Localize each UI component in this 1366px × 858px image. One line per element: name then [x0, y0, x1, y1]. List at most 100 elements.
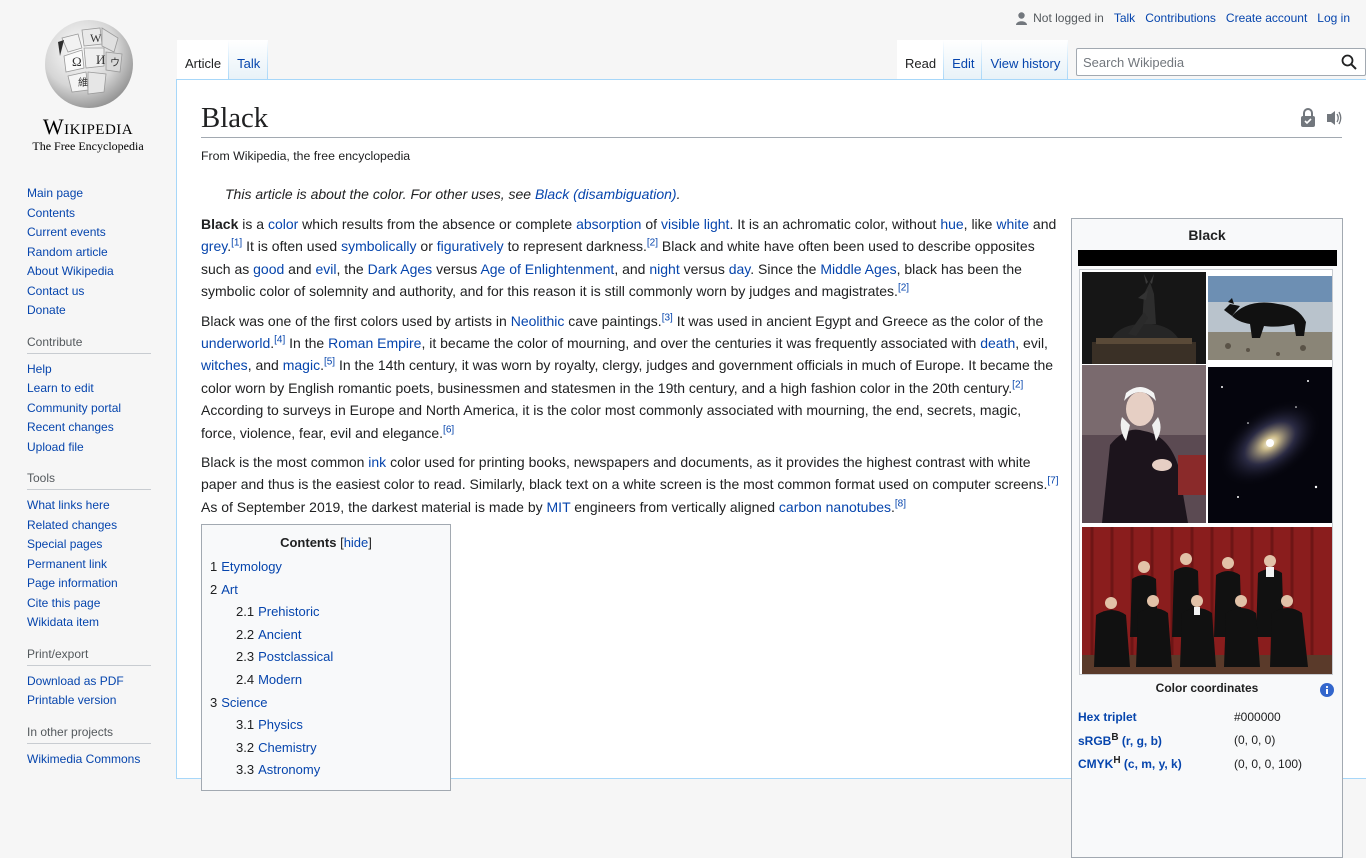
infobox-key-label[interactable]: CMYK	[1078, 757, 1113, 771]
search-icon[interactable]	[1341, 54, 1357, 70]
sidebar-item-contents[interactable]: Contents	[27, 206, 75, 220]
sidebar-item-upload-file[interactable]: Upload file	[27, 440, 84, 454]
link-ink[interactable]: ink	[368, 454, 386, 470]
link-evil[interactable]: evil	[315, 261, 336, 277]
link-death[interactable]: death	[980, 335, 1015, 351]
sidebar-item-community-portal[interactable]: Community portal	[27, 401, 121, 415]
reference-4[interactable]: [4]	[274, 334, 285, 345]
toc-link-physics[interactable]: 3.1 Physics	[236, 717, 303, 732]
search-input[interactable]	[1077, 49, 1317, 75]
infobox-row-key[interactable]: CMYKH (c, m, y, k)	[1078, 756, 1234, 772]
tab-talk-label[interactable]: Talk	[237, 56, 260, 71]
sidebar-item-main-page[interactable]: Main page	[27, 186, 83, 200]
link-middle-ages[interactable]: Middle Ages	[820, 261, 896, 277]
link-roman-empire[interactable]: Roman Empire	[328, 335, 421, 351]
sidebar-item-wikidata-item[interactable]: Wikidata item	[27, 615, 99, 629]
link-day[interactable]: day	[729, 261, 751, 277]
judges-in-robes-image[interactable]	[1082, 527, 1332, 674]
reference-2c[interactable]: [2]	[1012, 379, 1023, 390]
link-underworld[interactable]: underworld	[201, 335, 270, 351]
tab-article[interactable]: Article	[177, 40, 229, 80]
link-witches[interactable]: witches	[201, 357, 248, 373]
link-mit[interactable]: MIT	[547, 499, 571, 515]
link-age-of-enlightenment[interactable]: Age of Enlightenment	[480, 261, 614, 277]
link-night[interactable]: night	[649, 261, 679, 277]
sidebar-item-what-links-here[interactable]: What links here	[27, 498, 110, 512]
toc-link-modern[interactable]: 2.4 Modern	[236, 672, 302, 687]
toc-link-astronomy[interactable]: 3.3 Astronomy	[236, 762, 320, 777]
toc-link-postclassical[interactable]: 2.3 Postclassical	[236, 649, 333, 664]
reference-3[interactable]: [3]	[662, 312, 673, 323]
reference-5[interactable]: [5]	[324, 357, 335, 368]
infobox-key-label[interactable]: sRGB	[1078, 734, 1111, 748]
sidebar-item-random-article[interactable]: Random article	[27, 245, 108, 259]
sidebar-item-printable-version[interactable]: Printable version	[27, 693, 116, 707]
link-carbon-nanotubes[interactable]: carbon nanotubes	[779, 499, 891, 515]
sidebar-item-about-wikipedia[interactable]: About Wikipedia	[27, 264, 114, 278]
tab-edit-label[interactable]: Edit	[952, 56, 974, 71]
link-hue[interactable]: hue	[940, 216, 963, 232]
sidebar-item-current-events[interactable]: Current events	[27, 225, 106, 239]
black-bear-image[interactable]	[1208, 276, 1332, 360]
sidebar-item-special-pages[interactable]: Special pages	[27, 537, 102, 551]
sidebar-item-recent-changes[interactable]: Recent changes	[27, 420, 114, 434]
talk-link[interactable]: Talk	[1114, 11, 1135, 25]
sidebar-item-contact-us[interactable]: Contact us	[27, 284, 84, 298]
reference-8[interactable]: [8]	[895, 498, 906, 509]
tab-read[interactable]: Read	[897, 40, 944, 80]
sidebar-item-help[interactable]: Help	[27, 362, 52, 376]
link-color[interactable]: color	[268, 216, 298, 232]
reference-2[interactable]: [2]	[647, 238, 658, 249]
toc-link-etymology[interactable]: 1 Etymology	[210, 559, 282, 574]
wikipedia-logo[interactable]: W Ω И 維 ウ Wikipedia The Free Encyclopedi…	[0, 0, 176, 160]
infobox-row-key[interactable]: Hex triplet	[1078, 709, 1234, 724]
sidebar-item-related-changes[interactable]: Related changes	[27, 518, 117, 532]
infobox-key-label[interactable]: Hex triplet	[1078, 710, 1137, 724]
link-neolithic[interactable]: Neolithic	[511, 313, 565, 329]
reference-2b[interactable]: [2]	[898, 283, 909, 294]
toc-link-science[interactable]: 3 Science	[210, 695, 267, 710]
sidebar-item-donate[interactable]: Donate	[27, 303, 66, 317]
link-white[interactable]: white	[996, 216, 1029, 232]
link-absorption[interactable]: absorption	[576, 216, 641, 232]
sidebar-item-page-information[interactable]: Page information	[27, 576, 118, 590]
anubis-statue-image[interactable]	[1082, 272, 1206, 364]
toc-link-art[interactable]: 2 Art	[210, 582, 238, 597]
lock-icon[interactable]	[1300, 108, 1316, 128]
reference-1[interactable]: [1]	[231, 238, 242, 249]
link-figuratively[interactable]: figuratively	[437, 238, 504, 254]
create-account-link[interactable]: Create account	[1226, 11, 1307, 25]
tab-view-history[interactable]: View history	[982, 40, 1068, 80]
toc-link-chemistry[interactable]: 3.2 Chemistry	[236, 740, 317, 755]
infobox-key-extra[interactable]: (r, g, b)	[1119, 734, 1162, 748]
print-heading: Print/export	[27, 647, 151, 666]
tab-edit[interactable]: Edit	[944, 40, 982, 80]
toc-hide-link[interactable]: hide	[344, 535, 369, 550]
tab-talk[interactable]: Talk	[229, 40, 268, 80]
infobox-key-extra[interactable]: (c, m, y, k)	[1121, 757, 1182, 771]
infobox-row-key[interactable]: sRGBB (r, g, b)	[1078, 732, 1234, 748]
hatnote-link[interactable]: Black (disambiguation)	[535, 186, 677, 202]
log-in-link[interactable]: Log in	[1317, 11, 1350, 25]
link-grey[interactable]: grey	[201, 238, 227, 254]
sidebar-item-download-as-pdf[interactable]: Download as PDF	[27, 674, 124, 688]
toc-link-prehistoric[interactable]: 2.1 Prehistoric	[236, 604, 320, 619]
sidebar-item-wikimedia-commons[interactable]: Wikimedia Commons	[27, 752, 140, 766]
link-magic[interactable]: magic	[283, 357, 320, 373]
spoken-article-icon[interactable]	[1322, 108, 1342, 128]
link-visible-light[interactable]: visible light	[661, 216, 729, 232]
reference-7[interactable]: [7]	[1047, 476, 1058, 487]
tab-view-history-label[interactable]: View history	[990, 56, 1060, 71]
toc-link-ancient[interactable]: 2.2 Ancient	[236, 627, 301, 642]
link-good[interactable]: good	[253, 261, 284, 277]
galaxy-image[interactable]	[1208, 367, 1332, 523]
link-symbolically[interactable]: symbolically	[341, 238, 416, 254]
portrait-in-mourning-image[interactable]	[1082, 365, 1206, 523]
sidebar-item-permanent-link[interactable]: Permanent link	[27, 557, 107, 571]
link-dark-ages[interactable]: Dark Ages	[368, 261, 433, 277]
contributions-link[interactable]: Contributions	[1145, 11, 1216, 25]
reference-6[interactable]: [6]	[443, 424, 454, 435]
sidebar-item-learn-to-edit[interactable]: Learn to edit	[27, 381, 94, 395]
info-icon[interactable]	[1320, 683, 1334, 697]
sidebar-item-cite-this-page[interactable]: Cite this page	[27, 596, 100, 610]
